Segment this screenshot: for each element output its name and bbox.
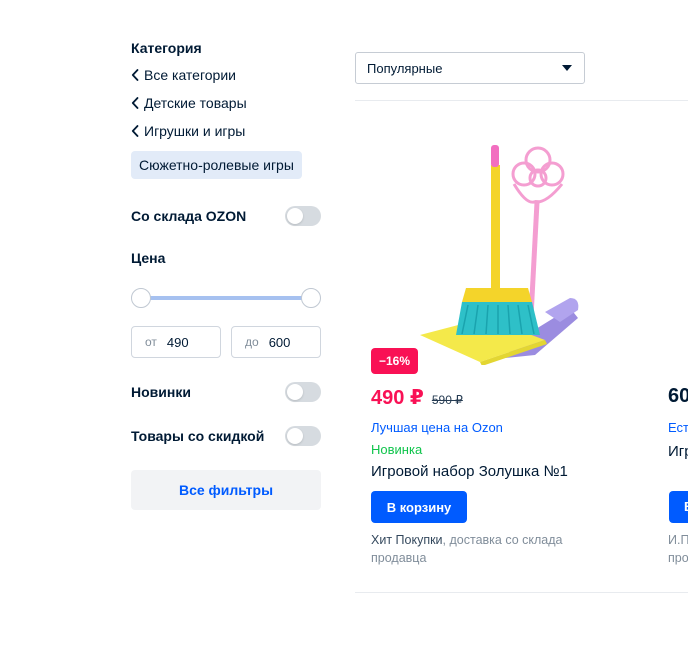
divider-bottom bbox=[355, 592, 688, 593]
toggle-knob bbox=[287, 384, 303, 400]
toggle-knob bbox=[287, 428, 303, 444]
ozon-stock-label: Со склада OZON bbox=[131, 208, 247, 224]
new-items-label: Новинки bbox=[131, 384, 191, 400]
chevron-left-icon bbox=[131, 125, 140, 137]
toggle-knob bbox=[287, 208, 303, 224]
next-product-price: 60 bbox=[668, 385, 688, 407]
chevron-left-icon bbox=[131, 69, 140, 81]
price-title: Цена bbox=[131, 250, 166, 266]
category-link-label: Все категории bbox=[144, 67, 236, 83]
chevron-left-icon bbox=[131, 97, 140, 109]
next-product-link[interactable]: Ест bbox=[668, 420, 688, 435]
discount-label: Товары со скидкой bbox=[131, 428, 265, 444]
next-product-seller-line2: про bbox=[668, 551, 688, 565]
new-items-filter: Новинки bbox=[131, 381, 321, 403]
divider-top bbox=[355, 100, 688, 101]
price-to-input[interactable]: до 600 bbox=[231, 326, 321, 358]
price-row: 490 ₽ 590 ₽ bbox=[371, 385, 463, 410]
sort-select-value: Популярные bbox=[367, 60, 443, 76]
seller-name[interactable]: Хит Покупки bbox=[371, 533, 443, 547]
add-to-cart-button[interactable]: В корзину bbox=[371, 491, 467, 523]
caret-down-icon bbox=[562, 65, 572, 71]
all-filters-button[interactable]: Все фильтры bbox=[131, 470, 321, 510]
category-link-kids[interactable]: Детские товары bbox=[131, 89, 321, 117]
seller-info: Хит Покупки, доставка со склада продавца bbox=[371, 531, 601, 567]
discount-filter: Товары со скидкой bbox=[131, 425, 321, 447]
category-link-label: Игрушки и игры bbox=[144, 123, 246, 139]
category-link-toys[interactable]: Игрушки и игры bbox=[131, 117, 321, 145]
price-slider-min-handle[interactable] bbox=[131, 288, 151, 308]
old-price: 590 ₽ bbox=[431, 393, 463, 407]
category-link-label: Детские товары bbox=[144, 95, 247, 111]
price-slider-track bbox=[141, 296, 311, 300]
price-from-input[interactable]: от 490 bbox=[131, 326, 221, 358]
ozon-stock-filter: Со склада OZON bbox=[131, 205, 321, 227]
next-product-cart-button[interactable]: В bbox=[669, 491, 688, 523]
ozon-stock-toggle[interactable] bbox=[285, 206, 321, 226]
next-product-seller: И.П про bbox=[668, 531, 688, 567]
next-product-seller-line1: И.П bbox=[668, 533, 688, 547]
price-from-prefix: от bbox=[145, 335, 157, 349]
price-from-value: 490 bbox=[166, 334, 189, 350]
product-title-link[interactable]: Игровой набор Золушка №1 bbox=[371, 463, 568, 480]
new-items-toggle[interactable] bbox=[285, 382, 321, 402]
novelty-badge: Новинка bbox=[371, 442, 423, 457]
product-image[interactable] bbox=[410, 140, 590, 366]
filter-sidebar: Категория Все категории Детские товары И… bbox=[131, 38, 321, 179]
price-inputs: от 490 до 600 bbox=[131, 326, 321, 358]
discount-badge: −16% bbox=[371, 348, 418, 374]
price-slider[interactable] bbox=[131, 288, 321, 308]
price-to-value: 600 bbox=[268, 334, 291, 350]
discount-toggle[interactable] bbox=[285, 426, 321, 446]
category-title: Категория bbox=[131, 40, 202, 56]
price-slider-max-handle[interactable] bbox=[301, 288, 321, 308]
active-category[interactable]: Сюжетно-ролевые игры bbox=[131, 151, 302, 179]
sort-select[interactable]: Популярные bbox=[355, 52, 585, 84]
best-price-link[interactable]: Лучшая цена на Ozon bbox=[371, 420, 503, 435]
price-to-prefix: до bbox=[245, 335, 259, 349]
current-price: 490 ₽ bbox=[371, 387, 424, 409]
next-product-card: 60 Ест Игр В И.П про bbox=[668, 0, 688, 600]
category-link-all[interactable]: Все категории bbox=[131, 61, 321, 89]
next-product-title[interactable]: Игр bbox=[668, 443, 688, 460]
